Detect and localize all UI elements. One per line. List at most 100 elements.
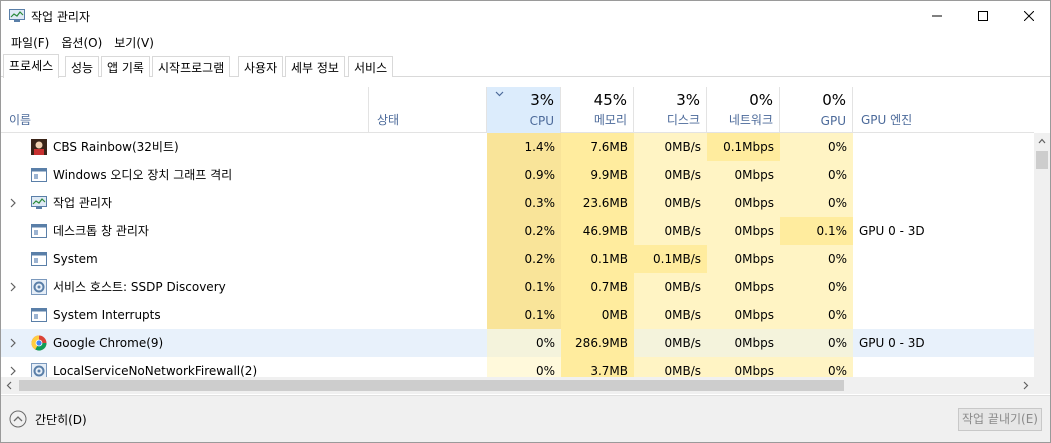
expand-chevron-icon[interactable] (9, 338, 17, 348)
process-list: CBS Rainbow(32비트) 1.4% 7.6MB 0MB/s 0.1Mbps 0%… (1, 133, 1034, 377)
process-gpu-value: 0% (780, 245, 853, 273)
process-gpu-value: 0% (780, 161, 853, 189)
process-disk-value: 0MB/s (634, 301, 707, 329)
window-app-icon (31, 252, 47, 266)
title-bar: 작업 관리자 (1, 1, 1050, 31)
minimize-icon (932, 15, 942, 17)
tab-startup[interactable]: 시작프로그램 (152, 56, 231, 77)
process-row[interactable]: 작업 관리자 0.3% 23.6MB 0MB/s 0Mbps 0% (1, 189, 1034, 217)
task-manager-window: 작업 관리자 파일(F) 옵션(O) 보기(V) 프로세스 성능 앱 기록 시작… (0, 0, 1051, 443)
expand-chevron-icon[interactable] (9, 366, 17, 376)
process-gpu-value: 0.1% (780, 217, 853, 245)
process-memory-value: 0MB (561, 301, 634, 329)
scroll-up-icon[interactable] (1038, 138, 1046, 144)
process-cpu-value: 1.4% (487, 133, 561, 161)
process-network-value: 0Mbps (707, 245, 780, 273)
process-name: 서비스 호스트: SSDP Discovery (53, 280, 226, 294)
process-row[interactable]: System 0.2% 0.1MB 0.1MB/s 0Mbps 0% (1, 245, 1034, 273)
process-cpu-value: 0.9% (487, 161, 561, 189)
process-row[interactable]: System Interrupts 0.1% 0MB 0MB/s 0Mbps 0% (1, 301, 1034, 329)
process-disk-value: 0MB/s (634, 189, 707, 217)
process-memory-value: 286.9MB (561, 329, 634, 357)
process-disk-value: 0MB/s (634, 273, 707, 301)
close-icon (1024, 11, 1034, 21)
process-network-value: 0Mbps (707, 189, 780, 217)
expand-chevron-icon[interactable] (9, 282, 17, 292)
process-network-value: 0Mbps (707, 217, 780, 245)
header-memory[interactable]: 45% 메모리 (561, 87, 634, 133)
process-network-value: 0Mbps (707, 329, 780, 357)
header-cpu-pct: 3% (530, 91, 554, 109)
process-row[interactable]: LocalServiceNoNetworkFirewall(2) 0% 3.7MB 0… (1, 357, 1034, 377)
process-gpu-engine-value (859, 273, 1029, 301)
tab-app-history[interactable]: 앱 기록 (101, 56, 150, 77)
tab-performance[interactable]: 성능 (65, 56, 100, 77)
process-row[interactable]: 데스크톱 창 관리자 0.2% 46.9MB 0MB/s 0Mbps 0.1% GPU 0 … (1, 217, 1034, 245)
tab-processes[interactable]: 프로세스 (3, 54, 60, 78)
task-manager-icon (9, 9, 25, 22)
task-manager-icon (31, 196, 47, 209)
process-row[interactable]: CBS Rainbow(32비트) 1.4% 7.6MB 0MB/s 0.1Mbps 0% (1, 133, 1034, 161)
header-gpu-label: GPU (820, 114, 846, 128)
process-cpu-value: 0.2% (487, 245, 561, 273)
header-gpu[interactable]: 0% GPU (780, 87, 853, 133)
process-name: CBS Rainbow(32비트) (53, 140, 179, 154)
process-row[interactable]: 서비스 호스트: SSDP Discovery 0.1% 0.7MB 0MB/s 0Mb… (1, 273, 1034, 301)
expand-chevron-icon[interactable] (9, 198, 17, 208)
header-cpu[interactable]: 3% CPU (487, 87, 561, 133)
process-name: 데스크톱 창 관리자 (53, 224, 149, 238)
header-disk[interactable]: 3% 디스크 (634, 87, 707, 133)
scroll-left-icon[interactable] (6, 381, 12, 390)
horizontal-scroll-thumb[interactable] (19, 380, 844, 391)
horizontal-scrollbar[interactable] (1, 377, 1034, 394)
maximize-button[interactable] (960, 1, 1006, 31)
process-name: Windows 오디오 장치 그래프 격리 (53, 168, 233, 182)
header-name[interactable]: 이름 (1, 87, 369, 133)
process-network-value: 0Mbps (707, 357, 780, 377)
fewer-details-button[interactable]: 간단히(D) (9, 410, 87, 428)
process-row[interactable]: Google Chrome(9) 0% 286.9MB 0MB/s 0Mbps 0% GPU… (1, 329, 1034, 357)
scroll-right-icon[interactable] (1023, 381, 1029, 390)
end-task-button[interactable]: 작업 끝내기(E) (958, 408, 1042, 431)
close-button[interactable] (1006, 1, 1051, 31)
header-status-label: 상태 (377, 113, 400, 127)
process-gpu-engine-value (859, 357, 1029, 377)
process-memory-value: 23.6MB (561, 189, 634, 217)
window-app-icon (31, 168, 47, 182)
header-status[interactable]: 상태 (369, 87, 487, 133)
header-gpu-pct: 0% (822, 91, 846, 109)
vertical-scroll-thumb[interactable] (1036, 151, 1048, 169)
process-name: Google Chrome(9) (53, 336, 164, 350)
process-memory-value: 0.1MB (561, 245, 634, 273)
sort-chevron-icon (495, 91, 504, 97)
process-gpu-engine-value (859, 245, 1029, 273)
header-name-label: 이름 (9, 113, 32, 127)
menu-file[interactable]: 파일(F) (5, 31, 55, 53)
header-network[interactable]: 0% 네트워크 (707, 87, 780, 133)
menu-options[interactable]: 옵션(O) (55, 31, 108, 53)
process-disk-value: 0MB/s (634, 357, 707, 377)
vertical-scrollbar[interactable] (1034, 133, 1050, 377)
header-disk-label: 디스크 (666, 113, 700, 127)
tab-services[interactable]: 서비스 (348, 56, 394, 77)
process-disk-value: 0MB/s (634, 217, 707, 245)
process-cpu-value: 0.1% (487, 273, 561, 301)
process-cpu-value: 0% (487, 329, 561, 357)
menu-view[interactable]: 보기(V) (108, 31, 160, 53)
process-memory-value: 46.9MB (561, 217, 634, 245)
window-title: 작업 관리자 (31, 10, 91, 24)
header-gpu-engine[interactable]: GPU 엔진 (853, 87, 1034, 133)
process-gpu-engine-value: GPU 0 - 3D (859, 336, 925, 350)
process-gpu-engine-value (859, 133, 1029, 161)
minimize-button[interactable] (914, 1, 960, 31)
gear-icon (31, 363, 47, 377)
process-gpu-engine-value (859, 161, 1029, 189)
process-memory-value: 0.7MB (561, 273, 634, 301)
tab-users[interactable]: 사용자 (238, 56, 284, 77)
process-name: System (53, 252, 98, 266)
process-gpu-value: 0% (780, 329, 853, 357)
tab-details[interactable]: 세부 정보 (285, 56, 345, 77)
header-network-label: 네트워크 (728, 113, 773, 127)
footer-bar: 간단히(D) 작업 끝내기(E) (1, 395, 1050, 442)
process-row[interactable]: Windows 오디오 장치 그래프 격리 0.9% 9.9MB 0MB/s 0Mbps… (1, 161, 1034, 189)
